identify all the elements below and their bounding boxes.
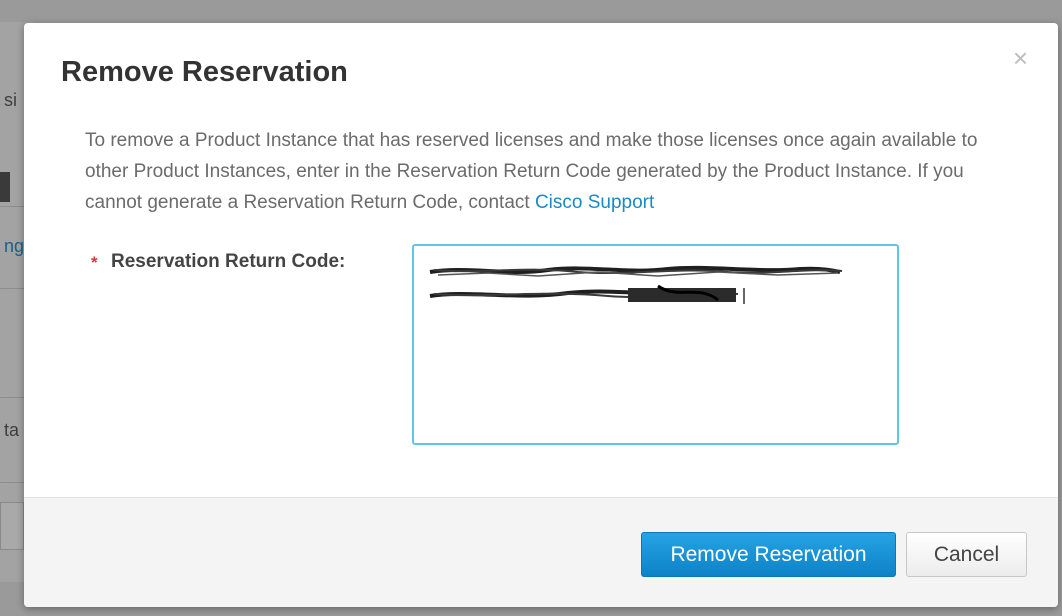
cancel-button[interactable]: Cancel: [906, 532, 1027, 577]
close-icon[interactable]: ×: [1013, 45, 1028, 71]
background-text: ta: [4, 420, 20, 440]
return-code-textarea[interactable]: [412, 244, 899, 445]
remove-reservation-dialog: × Remove Reservation To remove a Product…: [24, 23, 1058, 607]
remove-reservation-button[interactable]: Remove Reservation: [641, 532, 896, 577]
required-marker: *: [91, 253, 98, 272]
redacted-code-scribble: [429, 265, 843, 304]
background-text: si: [4, 90, 17, 110]
dialog-footer: Remove Reservation Cancel: [24, 497, 1058, 607]
cisco-support-link[interactable]: Cisco Support: [535, 192, 654, 213]
return-code-label: Reservation Return Code:: [111, 251, 346, 272]
background-link-text: ng: [4, 236, 25, 256]
dialog-title: Remove Reservation: [61, 56, 348, 88]
background-bar: [0, 172, 10, 202]
description-text: To remove a Product Instance that has re…: [85, 130, 978, 213]
dialog-description: To remove a Product Instance that has re…: [85, 125, 990, 218]
background-input: [0, 502, 24, 550]
